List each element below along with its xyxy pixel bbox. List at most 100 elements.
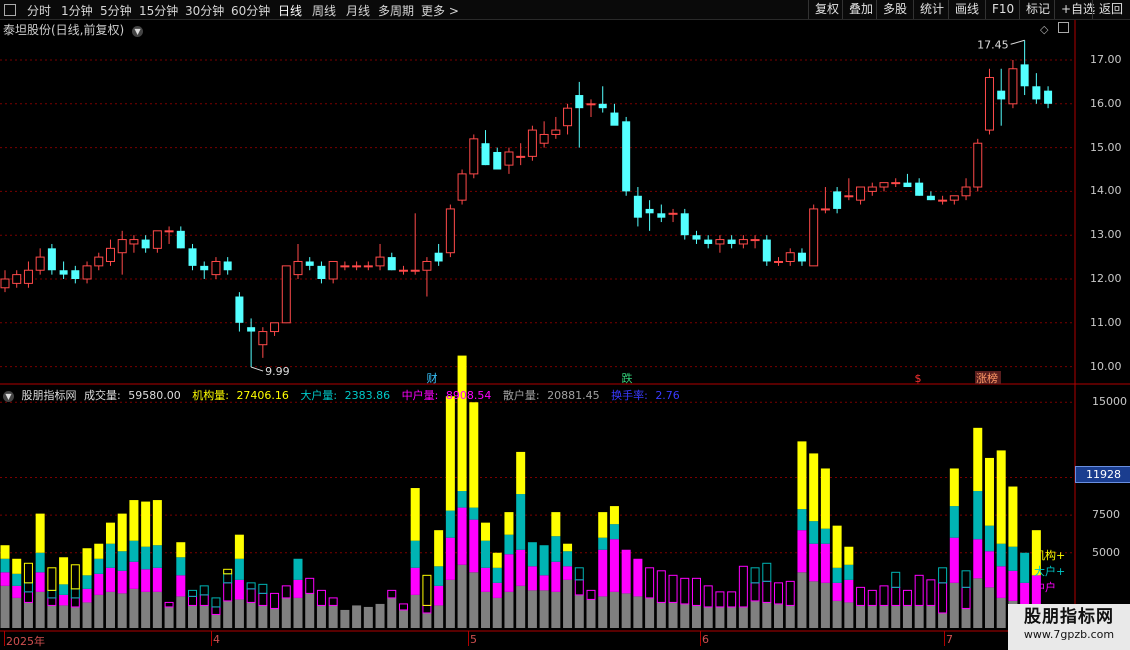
toolbar-button-1[interactable]: 叠加 [842,0,879,19]
volume-value: 59580.00 [128,389,181,402]
indicator-bar [879,585,889,628]
event-marker[interactable]: $ [915,372,922,385]
indicator-bar [984,457,994,628]
max-price-label: 17.45 [977,38,1009,51]
candle [504,147,514,174]
period-tab-3[interactable]: 15分钟 [139,2,178,19]
indicator-bar [422,574,432,628]
indicator-bar [211,597,221,628]
kline-chart[interactable]: 17.45 9.99 财 跌 $ 涨榜 [0,0,1130,650]
candle [844,178,854,201]
watermark: 股朋指标网 www.7gpzb.com [1008,604,1130,650]
indicator-bar [375,603,385,628]
window-icon[interactable] [1057,22,1069,33]
indicator-bar [774,582,784,628]
period-tab-9[interactable]: 多周期 [378,2,414,19]
candle [938,195,948,205]
candle [176,226,185,249]
toolbar-button-5[interactable]: F10 [985,0,1020,19]
indicator-bar [785,580,795,628]
indicator-bar [680,577,690,628]
indicator-bar [59,557,69,628]
indicator-bar [586,589,596,628]
indicator-bar [117,513,127,628]
candle [1008,60,1018,109]
legend-item: 中户 [1034,581,1056,594]
candle [645,200,654,231]
candle [35,248,45,275]
indicator-bar [352,605,362,628]
candle [727,235,736,249]
indicator-bar [12,558,22,628]
date-tick-label: 4 [213,633,220,646]
period-tab-1[interactable]: 1分钟 [61,2,93,19]
toolbar-button-4[interactable]: 画线 [948,0,985,19]
event-marker[interactable]: 跌 [622,371,633,385]
chart-controls: ◇ [1040,22,1069,36]
candle [984,68,994,135]
retail-value: 20881.45 [547,389,600,402]
date-tick [211,631,212,646]
indicator-bar [691,577,701,628]
candle [961,178,971,201]
indicator-bar [492,552,502,628]
period-tab-0[interactable]: 分时 [27,2,51,19]
indicator-bar [598,512,608,628]
period-tab-6[interactable]: 日线 [278,2,302,19]
indicator-bar [434,530,444,628]
date-tick-label: 5 [470,633,477,646]
period-tab-2[interactable]: 5分钟 [100,2,132,19]
period-tab-7[interactable]: 周线 [312,2,336,19]
candle [598,86,607,113]
turnover-value: 2.76 [655,389,680,402]
indicator-bar [996,450,1006,628]
big-value: 2383.86 [344,389,391,402]
candle [527,125,537,161]
indicator-bar [926,579,936,628]
candle [668,208,678,223]
candle [879,182,889,192]
event-marker[interactable]: 涨榜 [976,371,998,385]
candle [903,173,912,188]
date-tick [4,631,5,646]
indicator-bar [164,601,174,628]
candle [317,261,326,284]
event-marker[interactable]: 财 [427,371,438,385]
mark-toolbar-button[interactable]: 标记 [1019,0,1056,19]
candle [117,230,127,275]
candle [493,147,502,170]
toolbar-button-3[interactable]: 统计 [913,0,950,19]
indicator-bar [551,512,561,628]
candle [71,265,80,284]
indicator-tick-label: 7500 [1092,508,1120,522]
indicator-bar [563,543,573,628]
candle [856,186,866,205]
toolbar-button-0[interactable]: 复权 [808,0,845,19]
candle [774,257,784,266]
candle [1032,73,1041,104]
toolbar-button-7[interactable]: 返回 [1092,0,1129,19]
indicator-bar [129,500,139,628]
period-tab-5[interactable]: 60分钟 [231,2,270,19]
candle [973,138,983,192]
grid-toggle-icon[interactable] [4,4,16,16]
price-tick-label: 12.00 [1090,272,1122,285]
legend-item: 机构+ [1034,549,1066,562]
stock-title[interactable]: 泰坦股份(日线,前复权) ▼ [3,21,144,38]
period-tab-8[interactable]: 月线 [346,2,370,19]
candle [680,208,689,240]
toolbar-button-2[interactable]: 多股 [876,0,913,19]
period-tab-4[interactable]: 30分钟 [185,2,224,19]
diamond-icon[interactable]: ◇ [1040,23,1048,36]
chevron-down-icon[interactable]: ▼ [132,26,144,37]
candle [915,178,924,196]
period-tab-10[interactable]: 更多 > [421,2,459,19]
indicator-name[interactable]: 股朋指标网 [22,389,77,402]
candle [1044,86,1053,109]
legend-item: 大户+ [1034,565,1066,578]
chevron-down-icon[interactable]: ▼ [3,391,14,402]
candle [363,261,373,271]
indicator-bar [316,589,326,628]
candle [622,116,631,196]
candle [809,204,819,267]
